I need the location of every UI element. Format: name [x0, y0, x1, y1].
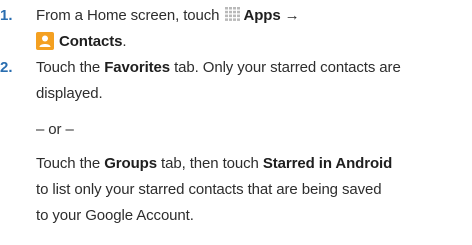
starred-in-android-label: Starred in Android — [262, 155, 393, 172]
step-text: . — [122, 33, 127, 50]
groups-label: Groups — [104, 155, 157, 172]
step-text: tab, then touch — [156, 155, 263, 172]
instruction-page: 1. From a Home screen, touch Apps → Cont… — [0, 0, 472, 245]
step-text: Touch the — [36, 59, 105, 76]
step-text: From a Home screen, touch — [36, 7, 224, 24]
step-line: Contacts. — [36, 29, 468, 55]
step-line: to your Google Account. — [36, 203, 468, 229]
step-text: tab. Only your starred contacts are — [170, 59, 401, 76]
or-separator-line: – or – — [36, 117, 468, 143]
step-number: 1. — [0, 7, 13, 24]
step-line: displayed. — [36, 81, 468, 107]
contacts-label: Contacts — [59, 33, 123, 50]
step-line: Touch the Groups tab, then touch Starred… — [36, 151, 468, 177]
step-number: 2. — [0, 59, 13, 76]
favorites-label: Favorites — [104, 59, 171, 76]
step-line: From a Home screen, touch Apps → — [36, 3, 468, 29]
step-text: Touch the — [36, 155, 105, 172]
step-line: to list only your starred contacts that … — [36, 177, 468, 203]
step-line: Touch the Favorites tab. Only your starr… — [36, 55, 468, 81]
step-text: to list only your starred contacts that … — [36, 181, 382, 198]
step-body: Touch the Favorites tab. Only your starr… — [36, 55, 468, 229]
arrow-glyph: → — [284, 7, 300, 24]
step-body: From a Home screen, touch Apps → Contact… — [36, 3, 468, 55]
apps-label: Apps — [243, 7, 281, 24]
apps-grid-icon — [225, 4, 241, 21]
or-separator: – or – — [36, 121, 74, 138]
step-text: displayed. — [36, 85, 103, 102]
contacts-person-icon — [36, 32, 54, 50]
step-text: to your Google Account. — [36, 207, 194, 224]
